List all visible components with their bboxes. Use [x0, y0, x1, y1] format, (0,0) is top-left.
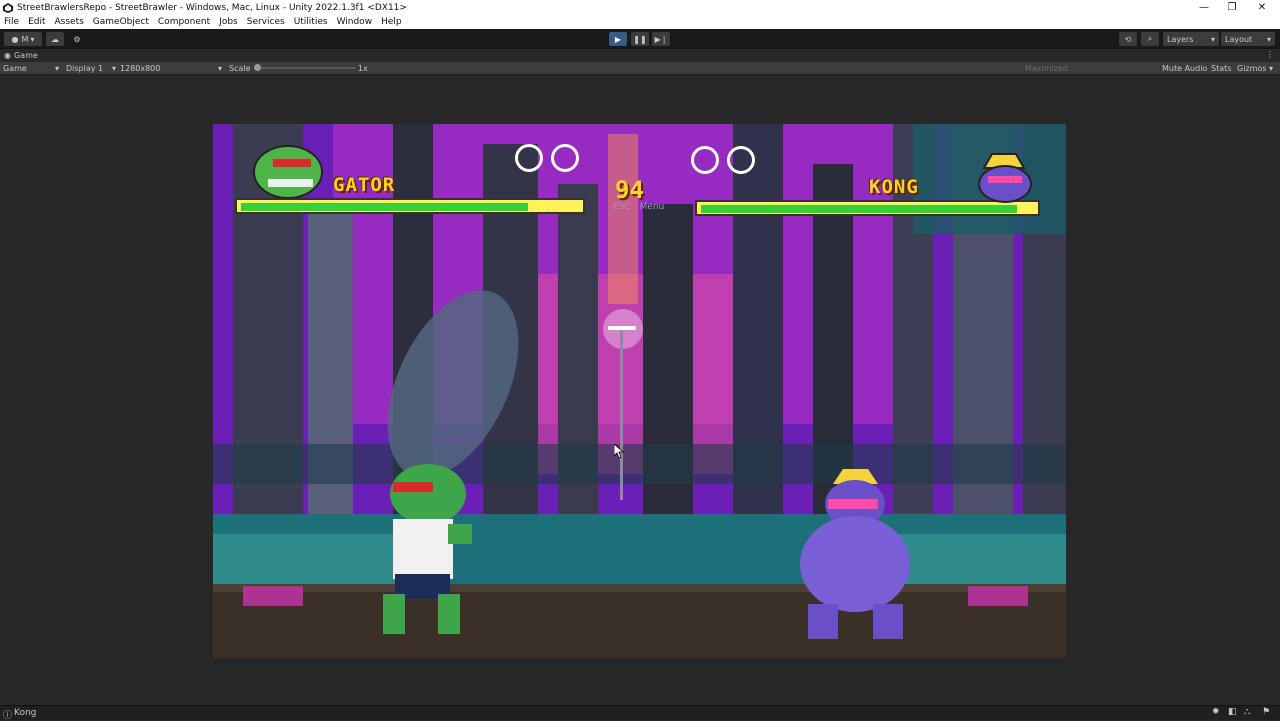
network-icon[interactable]: ⛬	[1244, 707, 1250, 717]
unity-logo-icon	[3, 2, 13, 13]
chevron-down-icon: ▾	[1266, 34, 1271, 44]
account-icon: ●	[11, 34, 19, 44]
chevron-down-icon: ▾	[1210, 34, 1215, 44]
gear-icon: ⚙	[73, 34, 81, 44]
pause-icon: ❚❚	[633, 34, 647, 44]
maximize-button[interactable]: ❐	[1218, 0, 1246, 15]
round-timer: 94	[615, 176, 644, 204]
player2-health-fill	[701, 205, 1018, 213]
player1-health-fill	[241, 203, 529, 211]
chevron-down-icon: ▾	[54, 64, 59, 73]
gator-fighter-sprite	[383, 464, 472, 634]
view-mode-dropdown[interactable]: Game ▾	[3, 64, 59, 73]
mute-audio-toggle[interactable]: Mute Audio	[1162, 64, 1207, 73]
collab-button[interactable]: ⚙	[68, 32, 86, 46]
player2-name: KONG	[869, 176, 919, 198]
minimize-button[interactable]: —	[1190, 0, 1218, 15]
chevron-down-icon: ▾	[217, 64, 222, 73]
status-message[interactable]: Kong	[14, 708, 36, 718]
menu-window[interactable]: Window	[337, 17, 373, 27]
player1-health-bar	[235, 198, 585, 214]
layers-label: Layers	[1167, 34, 1194, 44]
menu-jobs[interactable]: Jobs	[219, 17, 238, 27]
status-bar: ⓘ Kong ✹ ◧ ⛬ ⚑	[0, 705, 1280, 721]
menu-component[interactable]: Component	[158, 17, 210, 27]
account-dropdown[interactable]: ● M ▾	[4, 32, 42, 46]
window-title-bar: StreetBrawlersRepo - StreetBrawler - Win…	[0, 0, 1280, 15]
search-button[interactable]: ⌕	[1141, 32, 1159, 46]
menu-services[interactable]: Services	[247, 17, 285, 27]
search-icon: ⌕	[1147, 34, 1153, 43]
scale-slider-handle[interactable]	[254, 64, 261, 71]
stats-toggle[interactable]: Stats	[1211, 64, 1231, 73]
chevron-down-icon: ▾	[111, 64, 116, 73]
resolution-dropdown[interactable]: 1280x800 ▾	[120, 64, 222, 73]
player1-name: GATOR	[333, 174, 396, 196]
menu-assets[interactable]: Assets	[55, 17, 84, 27]
window-title: StreetBrawlersRepo - StreetBrawler - Win…	[17, 2, 407, 13]
maximized-toggle[interactable]: Maximized	[1025, 64, 1068, 73]
mouse-cursor-icon	[614, 444, 624, 458]
display-label: Display 1	[66, 64, 104, 73]
menu-utilities[interactable]: Utilities	[294, 17, 328, 27]
game-scene[interactable]: GATOR 94 ESC - Menu KONG	[213, 124, 1066, 658]
tab-game-label: Game	[13, 51, 38, 60]
player2-round-indicator-1	[691, 146, 719, 174]
menu-edit[interactable]: Edit	[28, 17, 45, 27]
player1-round-indicator-1	[515, 144, 543, 172]
play-icon: ▶	[614, 34, 622, 44]
info-icon: ⓘ	[3, 711, 13, 721]
close-button[interactable]: ✕	[1248, 0, 1276, 15]
layers-dropdown[interactable]: Layers ▾	[1163, 32, 1219, 46]
history-icon: ⟲	[1124, 34, 1132, 44]
view-mode-label: Game	[3, 64, 27, 73]
pause-button[interactable]: ❚❚	[631, 32, 649, 46]
account-label: M	[21, 34, 29, 44]
progress-icon[interactable]: ◧	[1228, 707, 1237, 717]
esc-menu-hint: ESC - Menu	[613, 202, 665, 212]
menu-gameobject[interactable]: GameObject	[93, 17, 149, 27]
tab-menu-icon[interactable]: ⋮	[1266, 50, 1274, 59]
step-button[interactable]: ▶❘	[652, 32, 670, 46]
kong-fighter-sprite	[800, 469, 910, 639]
debug-icon[interactable]: ⚑	[1262, 707, 1270, 717]
step-icon: ▶❘	[654, 34, 668, 44]
scale-value: 1x	[358, 64, 368, 73]
gizmos-toggle[interactable]: Gizmos	[1237, 64, 1266, 73]
chevron-down-icon[interactable]: ▾	[1269, 64, 1273, 73]
player2-round-indicator-2	[727, 146, 755, 174]
scale-slider[interactable]	[254, 64, 355, 71]
player1-round-indicator-2	[551, 144, 579, 172]
bug-icon[interactable]: ✹	[1212, 707, 1220, 717]
game-view-bar: Game ▾ Display 1 ▾ 1280x800 ▾ Scale 1x M…	[0, 62, 1280, 75]
tab-game[interactable]: ◉ Game	[4, 51, 38, 60]
chevron-down-icon: ▾	[30, 34, 35, 44]
layout-label: Layout	[1225, 34, 1253, 44]
scale-label: Scale	[229, 64, 251, 73]
main-toolbar: ● M ▾ ☁ ⚙ ▶ ❚❚ ▶❘ ⟲ ⌕ Layers ▾ Layout ▾	[0, 29, 1280, 49]
layout-dropdown[interactable]: Layout ▾	[1221, 32, 1275, 46]
gamepad-icon: ◉	[4, 51, 11, 60]
cloud-button[interactable]: ☁	[46, 32, 64, 46]
menu-help[interactable]: Help	[381, 17, 402, 27]
display-dropdown[interactable]: Display 1 ▾	[66, 64, 116, 73]
cloud-icon: ☁	[51, 34, 59, 44]
kong-portrait-icon	[978, 153, 1032, 203]
play-button[interactable]: ▶	[609, 32, 627, 46]
resolution-label: 1280x800	[120, 64, 161, 73]
history-button[interactable]: ⟲	[1119, 32, 1137, 46]
game-tab-row: ◉ Game ⋮	[0, 49, 1280, 62]
gator-portrait-icon	[253, 145, 323, 199]
menu-bar: File Edit Assets GameObject Component Jo…	[0, 15, 1280, 29]
menu-file[interactable]: File	[4, 17, 19, 27]
